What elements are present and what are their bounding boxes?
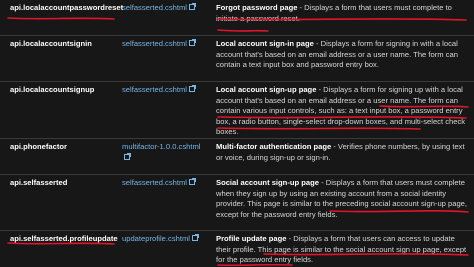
page-description: Profile update page - Displays a form th… [216, 234, 467, 264]
table-row: api.phonefactor multifactor-1.0.0.cshtml… [0, 138, 474, 174]
page-id: api.localaccountsignin [10, 39, 92, 48]
page-description: Local account sign-in page - Displays a … [216, 39, 458, 69]
description-title: Multi-factor authentication page [216, 142, 332, 151]
page-id: api.selfasserted.profileupdate [10, 234, 118, 243]
page-id: api.selfasserted [10, 178, 68, 187]
description-title: Local account sign-in page [216, 39, 314, 48]
page-description: Multi-factor authentication page - Verif… [216, 142, 465, 162]
template-link[interactable]: selfasserted.cshtml [122, 3, 204, 14]
page-id: api.phonefactor [10, 142, 67, 151]
external-link-icon [191, 234, 199, 241]
table-row: api.selfasserted selfasserted.cshtml Soc… [0, 174, 474, 230]
template-link[interactable]: updateprofile.cshtml [122, 234, 204, 245]
template-link[interactable]: selfasserted.cshtml [122, 85, 204, 96]
table-row: api.selfasserted.profileupdate updatepro… [0, 230, 474, 267]
description-title: Social account sign-up page [216, 178, 319, 187]
external-link-icon [189, 39, 196, 46]
table-row: api.localaccountsignup selfasserted.csht… [0, 81, 474, 138]
template-link[interactable]: multifactor-1.0.0.cshtml [122, 142, 204, 163]
page-layouts-table: api.localaccountpasswordreset selfassert… [0, 0, 474, 267]
description-title: Profile update page [216, 234, 287, 243]
page-id: api.localaccountsignup [10, 85, 95, 94]
table-row: api.localaccountpasswordreset selfassert… [0, 0, 474, 35]
external-link-icon [189, 178, 196, 185]
template-link[interactable]: selfasserted.cshtml [122, 178, 204, 189]
table-row: api.localaccountsignin selfasserted.csht… [0, 35, 474, 81]
external-link-icon [189, 85, 196, 92]
external-link-icon [189, 3, 196, 10]
page-description: Social account sign-up page - Displays a… [216, 178, 468, 219]
page-description: Local account sign-up page - Displays a … [216, 85, 466, 136]
page-id: api.localaccountpasswordreset [10, 3, 124, 12]
description-title: Forgot password page [216, 3, 298, 12]
page-description: Forgot password page - Displays a form t… [216, 3, 452, 23]
description-title: Local account sign-up page [216, 85, 317, 94]
external-link-icon [124, 152, 131, 160]
template-link[interactable]: selfasserted.cshtml [122, 39, 204, 50]
